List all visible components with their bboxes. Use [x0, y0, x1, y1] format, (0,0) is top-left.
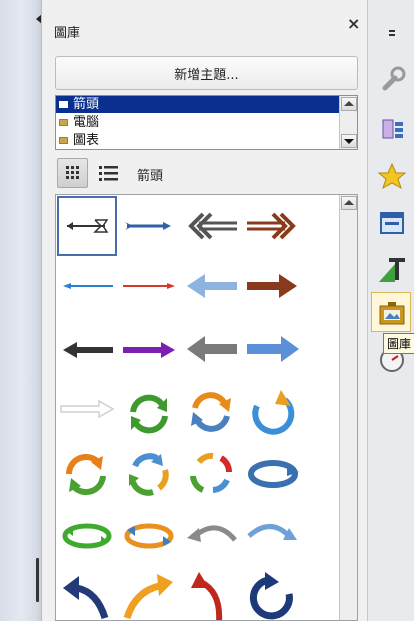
close-button[interactable]: × — [347, 14, 360, 33]
properties-icon[interactable] — [377, 208, 407, 238]
gallery-item-bend-down-red[interactable] — [181, 568, 241, 620]
sidebar-tab-rail — [367, 0, 414, 621]
list-view-button[interactable] — [93, 158, 124, 188]
gallery-item-arrow-hollow-right[interactable] — [57, 382, 117, 442]
gallery-item-cycle-orange-blue[interactable] — [181, 382, 241, 442]
gallery-item-refresh-blue[interactable] — [243, 382, 303, 442]
scroll-up-button[interactable] — [341, 97, 357, 111]
gallery-scrollbar[interactable] — [339, 195, 357, 620]
gallery-item-cycle-green[interactable] — [119, 382, 179, 442]
current-theme-label: 箭頭 — [137, 169, 164, 184]
chevron-down-icon — [344, 139, 354, 144]
scroll-down-button[interactable] — [341, 134, 357, 148]
gallery-item-ring-arrow-blue[interactable] — [243, 444, 303, 504]
theme-list-scrollbar[interactable] — [339, 96, 357, 149]
chevron-up-icon — [344, 200, 354, 205]
new-theme-button[interactable]: 新增主題... — [55, 56, 358, 90]
gallery-item-arrow-tail-blue[interactable] — [119, 196, 179, 256]
theme-item-arrows[interactable]: 箭頭 — [56, 96, 339, 113]
new-theme-label: 新增主題... — [174, 67, 239, 83]
gallery-item-cycle-orange-green[interactable] — [57, 444, 117, 504]
gallery-item-arrow-left-gray[interactable] — [181, 320, 241, 380]
gallery-tooltip: 圖庫 — [383, 333, 414, 354]
gallery-item-bend-left-navy[interactable] — [57, 568, 117, 620]
folder-icon — [59, 137, 68, 144]
gallery-item-oval-arrows-orange[interactable] — [119, 506, 179, 566]
settings-wrench-icon[interactable] — [377, 64, 407, 94]
gallery-item-arrow-thin-red[interactable] — [119, 258, 179, 318]
sidebar-menu-icon[interactable] — [377, 20, 407, 50]
view-toolbar: 箭頭 — [55, 156, 358, 190]
gallery-item-arrow-tail-hollow[interactable] — [57, 196, 117, 256]
gallery-item-arrow-left-dark[interactable] — [57, 320, 117, 380]
navigator-icon[interactable] — [377, 114, 407, 144]
folder-icon — [59, 119, 68, 126]
folder-icon — [59, 101, 68, 108]
gallery-grid[interactable] — [55, 194, 358, 621]
gallery-scroll-up-button[interactable] — [341, 196, 357, 210]
list-icon — [99, 166, 118, 181]
styles-star-icon[interactable] — [377, 162, 407, 192]
gallery-item-arrow-right-brown[interactable] — [243, 258, 303, 318]
theme-item-label: 電腦 — [73, 115, 100, 130]
gallery-item-arrow-right-blue[interactable] — [243, 320, 303, 380]
grid-icon — [66, 166, 79, 179]
theme-item-charts[interactable]: 圖表 — [56, 132, 339, 149]
gallery-item-curve-up-orange[interactable] — [119, 568, 179, 620]
gallery-item-arrow-double-left-gray[interactable] — [181, 196, 241, 256]
gallery-item-cycle-four-color[interactable] — [181, 444, 241, 504]
theme-item-computer[interactable]: 電腦 — [56, 114, 339, 131]
gallery-item-arrow-right-purple[interactable] — [119, 320, 179, 380]
theme-list[interactable]: 箭頭 電腦 圖表 — [55, 95, 358, 150]
theme-item-label: 圖表 — [73, 133, 100, 148]
text-icon[interactable] — [377, 254, 407, 284]
gallery-item-curve-left-gray[interactable] — [181, 506, 241, 566]
gallery-item-arrow-left-lightblue[interactable] — [181, 258, 241, 318]
gallery-item-arrow-double-right-brown[interactable] — [243, 196, 303, 256]
panel-title: 圖庫 — [54, 26, 81, 41]
gallery-item-arrow-thin-blue[interactable] — [57, 258, 117, 318]
gallery-item-cycle-multicolor[interactable] — [119, 444, 179, 504]
icon-view-button[interactable] — [57, 158, 88, 188]
gallery-item-curve-right-blue[interactable] — [243, 506, 303, 566]
gallery-panel: 圖庫 × 新增主題... 箭頭 電腦 圖表 箭頭 — [41, 0, 367, 621]
gallery-item-circle-arrow-navy[interactable] — [243, 568, 303, 620]
gallery-icon[interactable] — [377, 299, 407, 329]
chevron-up-icon — [344, 101, 354, 106]
theme-item-label: 箭頭 — [73, 97, 100, 112]
left-strip — [0, 0, 41, 621]
gallery-item-oval-arrows-green[interactable] — [57, 506, 117, 566]
resize-handle[interactable] — [36, 558, 39, 602]
